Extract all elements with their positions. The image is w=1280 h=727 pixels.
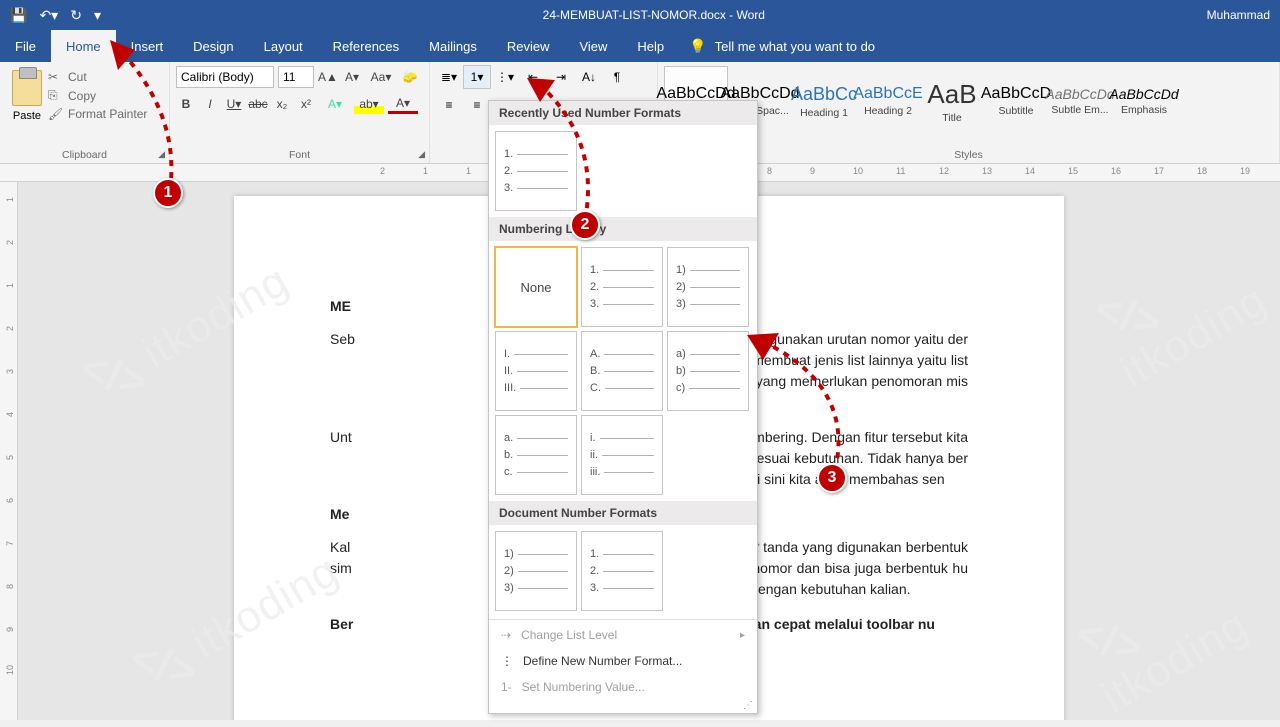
resize-grip-icon[interactable]: ⋰ [489, 700, 757, 713]
superscript-button[interactable]: x² [296, 94, 316, 114]
qat-customize-icon[interactable]: ▾ [94, 7, 101, 24]
style-heading-2[interactable]: AaBbCcEHeading 2 [856, 66, 920, 136]
highlight-button[interactable]: ab▾ [354, 94, 384, 114]
numbering-option[interactable]: 1)2)3) [495, 531, 577, 611]
annotation-badge-1: 1 [153, 178, 183, 208]
annotation-badge-3: 3 [817, 463, 847, 493]
align-left-button[interactable]: ≡ [436, 94, 462, 116]
copy-icon: ⎘ [48, 88, 62, 103]
font-group-label: Font [170, 149, 429, 161]
font-color-button[interactable]: A▾ [388, 94, 418, 114]
set-numbering-value[interactable]: 1- Set Numbering Value... [489, 674, 757, 700]
style-emphasis[interactable]: AaBbCcDdEmphasis [1112, 66, 1176, 136]
numbering-button[interactable]: 1▾ [464, 66, 490, 88]
tell-me-placeholder: Tell me what you want to do [715, 39, 875, 54]
italic-button[interactable]: I [200, 94, 220, 114]
quick-access-toolbar: 💾 ↶▾ ↻ ▾ [0, 7, 111, 24]
font-launcher[interactable]: ◢ [418, 149, 425, 160]
bullets-button[interactable]: ≣▾ [436, 66, 462, 88]
docfmt-gallery: 1)2)3)1.2.3. [489, 525, 757, 617]
numbering-option[interactable]: I.II.III. [495, 331, 577, 411]
align-center-button[interactable]: ≡ [464, 94, 490, 116]
paste-icon [12, 70, 42, 106]
multilevel-button[interactable]: ⋮▾ [492, 66, 518, 88]
tab-file[interactable]: File [0, 30, 51, 62]
define-new-number-format[interactable]: ⋮ Define New Number Format... [489, 648, 757, 674]
numbering-option[interactable]: a.b.c. [495, 415, 577, 495]
scissors-icon: ✂ [48, 70, 62, 84]
docfmt-heading: Document Number Formats [489, 501, 757, 525]
list-level-icon: ⇢ [501, 628, 511, 642]
style-title[interactable]: AaBTitle [920, 66, 984, 136]
vertical-ruler[interactable]: 1212345678910 [0, 182, 18, 720]
undo-icon[interactable]: ↶▾ [39, 7, 58, 24]
tab-references[interactable]: References [318, 30, 414, 62]
tab-help[interactable]: Help [622, 30, 679, 62]
annotation-arrow-1 [100, 35, 200, 205]
font-group: A▲ A▾ Aa▾ 🧽 B I U▾ abc x₂ x² A▾ ab▾ A▾ F… [170, 62, 430, 163]
paste-button[interactable]: Paste [6, 66, 48, 159]
annotation-badge-2: 2 [570, 210, 600, 240]
chevron-right-icon: ▸ [740, 630, 745, 641]
library-gallery: None1.2.3.1)2)3) I.II.III.A.B.C.a)b)c) a.b… [489, 241, 757, 501]
style-subtle-em---[interactable]: AaBbCcDdSubtle Em... [1048, 66, 1112, 136]
subscript-button[interactable]: x₂ [272, 94, 292, 114]
tab-view[interactable]: View [564, 30, 622, 62]
tab-mailings[interactable]: Mailings [414, 30, 492, 62]
numbering-option[interactable]: A.B.C. [581, 331, 663, 411]
tell-me-search[interactable]: 💡 Tell me what you want to do [679, 30, 885, 62]
paste-label: Paste [13, 110, 41, 122]
save-icon[interactable]: 💾 [10, 7, 27, 24]
change-list-level[interactable]: ⇢ Change List Level ▸ [489, 622, 757, 648]
numbering-option[interactable]: 1.2.3. [581, 247, 663, 327]
numbering-option[interactable]: None [495, 247, 577, 327]
style-heading-1[interactable]: AaBbCcHeading 1 [792, 66, 856, 136]
tab-layout[interactable]: Layout [249, 30, 318, 62]
font-size-select[interactable] [278, 66, 314, 88]
annotation-arrow-2 [525, 70, 615, 240]
define-icon: ⋮ [501, 654, 513, 668]
titlebar: 💾 ↶▾ ↻ ▾ 24-MEMBUAT-LIST-NOMOR.docx - Wo… [0, 0, 1280, 30]
numbering-option[interactable]: a)b)c) [667, 331, 749, 411]
window-title: 24-MEMBUAT-LIST-NOMOR.docx - Word [111, 8, 1197, 22]
annotation-arrow-3 [745, 325, 865, 495]
style-subtitle[interactable]: AaBbCcDSubtitle [984, 66, 1048, 136]
shrink-font-button[interactable]: A▾ [342, 67, 362, 87]
user-name[interactable]: Muhammad [1197, 8, 1280, 22]
clear-formatting-button[interactable]: 🧽 [400, 67, 420, 87]
numbering-option[interactable]: i.ii.iii. [581, 415, 663, 495]
strikethrough-button[interactable]: abc [248, 94, 268, 114]
numbering-option[interactable]: 1.2.3. [581, 531, 663, 611]
text-effects-button[interactable]: A▾ [320, 94, 350, 114]
tab-review[interactable]: Review [492, 30, 565, 62]
numbering-option[interactable]: 1)2)3) [667, 247, 749, 327]
grow-font-button[interactable]: A▲ [318, 67, 338, 87]
bulb-icon: 💡 [689, 38, 706, 55]
change-case-button[interactable]: Aa▾ [366, 67, 396, 87]
set-value-icon: 1- [501, 680, 512, 694]
brush-icon: 🖌 [48, 107, 62, 121]
underline-button[interactable]: U▾ [224, 94, 244, 114]
redo-icon[interactable]: ↻ [70, 7, 82, 24]
